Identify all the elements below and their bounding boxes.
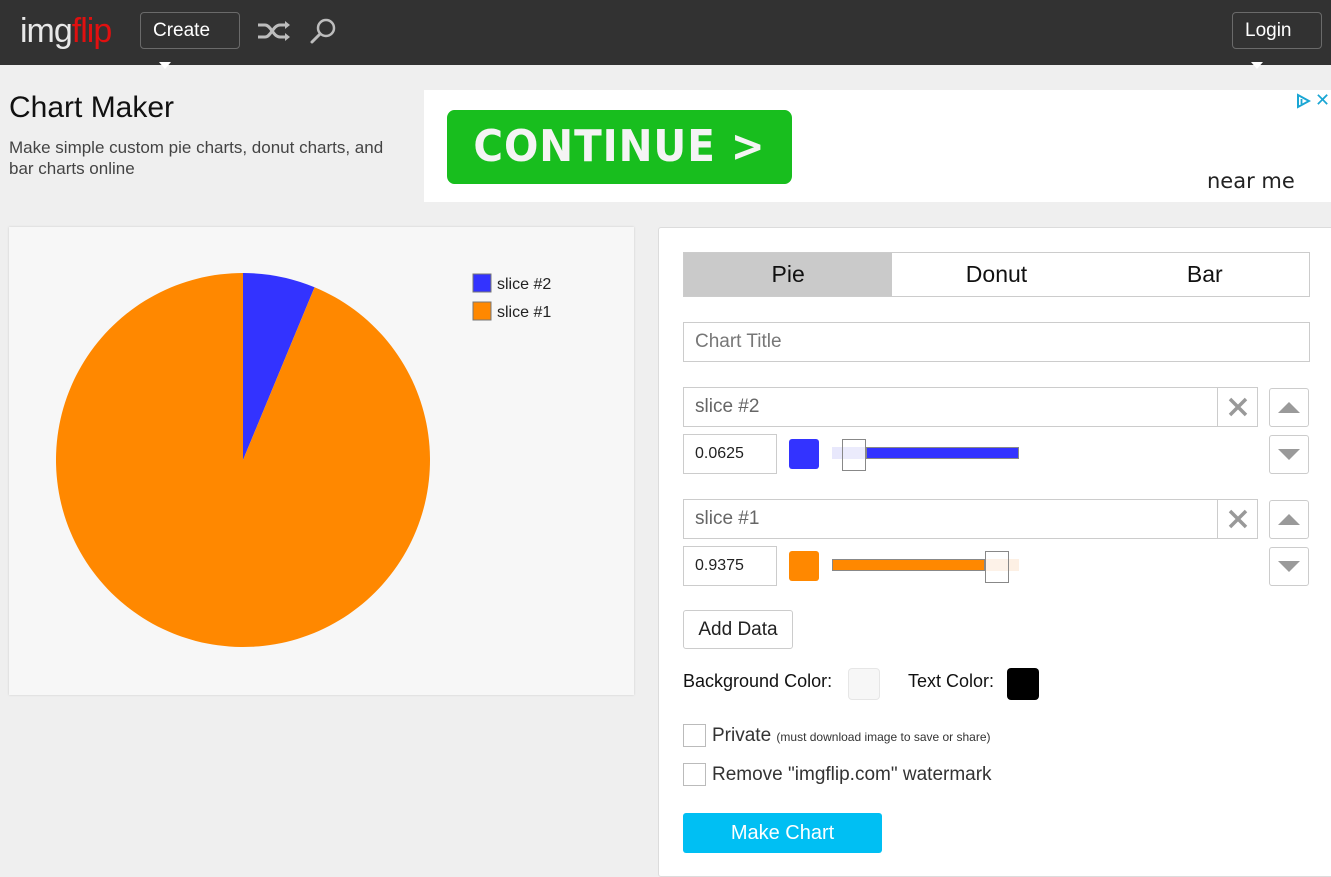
chart-options-panel: Pie Donut Bar Ad	[658, 227, 1331, 877]
close-icon	[1228, 509, 1247, 529]
close-icon[interactable]: ✕	[1315, 90, 1330, 111]
legend-label: slice #2	[497, 276, 551, 293]
search-icon[interactable]	[309, 17, 337, 50]
private-label: Private (must download image to save or …	[712, 725, 991, 747]
pie-chart: slice #2 slice #1	[56, 273, 551, 647]
pie-slice-slice-1	[56, 273, 430, 647]
legend-label: slice #1	[497, 304, 551, 321]
remove-row-button[interactable]	[1217, 499, 1258, 539]
legend-swatch	[472, 273, 492, 293]
shuffle-icon[interactable]	[256, 19, 292, 48]
text-color-label: Text Color:	[908, 671, 995, 691]
slice-value-slider[interactable]	[832, 439, 1019, 471]
private-note: (must download image to save or share)	[776, 730, 991, 744]
slice-value-input[interactable]	[683, 546, 777, 586]
login-menu-button[interactable]: Login	[1232, 12, 1322, 70]
tab-donut[interactable]: Donut	[892, 253, 1101, 296]
background-color-picker[interactable]	[848, 668, 880, 700]
slider-thumb[interactable]	[842, 439, 866, 471]
slice-name-input[interactable]	[683, 387, 1218, 427]
arrow-down-icon	[1278, 449, 1300, 460]
tab-pie[interactable]: Pie	[684, 253, 893, 296]
chart-type-tabs: Pie Donut Bar	[683, 252, 1310, 297]
create-menu-button[interactable]: Create	[140, 12, 240, 70]
top-navigation-bar: imgflip Create Login	[0, 0, 1331, 70]
slider-track-fill	[832, 559, 985, 571]
private-label-text: Private	[712, 725, 772, 746]
logo-text-flip: flip	[71, 12, 112, 50]
advertisement-banner[interactable]: CONTINUE > near me ✕	[424, 90, 1331, 202]
chart-title-input[interactable]	[683, 322, 1310, 362]
imgflip-logo[interactable]: imgflip	[20, 11, 112, 51]
logo-text-img: img	[20, 12, 73, 50]
make-chart-button[interactable]: Make Chart	[683, 813, 882, 853]
login-label: Login	[1245, 20, 1292, 41]
data-row	[683, 499, 1323, 599]
remove-watermark-label: Remove "imgflip.com" watermark	[712, 764, 992, 785]
move-down-button[interactable]	[1269, 435, 1309, 474]
data-row	[683, 387, 1323, 487]
pie-slices	[56, 273, 430, 647]
slider-track-fill	[866, 447, 1019, 459]
slice-color-picker[interactable]	[789, 439, 819, 469]
create-label: Create	[153, 20, 211, 41]
slice-color-picker[interactable]	[789, 551, 819, 581]
background-color-label: Background Color:	[683, 671, 833, 691]
tab-bar[interactable]: Bar	[1100, 253, 1309, 296]
page-subtitle: Make simple custom pie charts, donut cha…	[9, 138, 384, 178]
arrow-up-icon	[1278, 514, 1300, 525]
add-data-button[interactable]: Add Data	[683, 610, 793, 649]
slider-thumb[interactable]	[985, 551, 1009, 583]
remove-row-button[interactable]	[1217, 387, 1258, 427]
move-up-button[interactable]	[1269, 500, 1309, 539]
ad-continue-button[interactable]: CONTINUE >	[447, 110, 792, 184]
legend-swatch	[472, 301, 492, 321]
remove-watermark-checkbox[interactable]	[683, 763, 706, 786]
slice-name-input[interactable]	[683, 499, 1218, 539]
move-up-button[interactable]	[1269, 388, 1309, 427]
text-color-picker[interactable]	[1007, 668, 1039, 700]
ad-caption: near me	[1207, 169, 1295, 193]
ad-choices-icon[interactable]	[1295, 93, 1312, 114]
close-icon	[1228, 397, 1247, 417]
arrow-up-icon	[1278, 402, 1300, 413]
move-down-button[interactable]	[1269, 547, 1309, 586]
caret-down-icon	[1251, 62, 1263, 70]
slice-value-slider[interactable]	[832, 551, 1019, 583]
page-title: Chart Maker	[9, 91, 175, 124]
chart-legend: slice #2 slice #1	[472, 273, 551, 321]
arrow-down-icon	[1278, 561, 1300, 572]
caret-down-icon	[159, 62, 171, 70]
slice-value-input[interactable]	[683, 434, 777, 474]
chart-preview: slice #2 slice #1	[9, 227, 634, 695]
private-checkbox[interactable]	[683, 724, 706, 747]
